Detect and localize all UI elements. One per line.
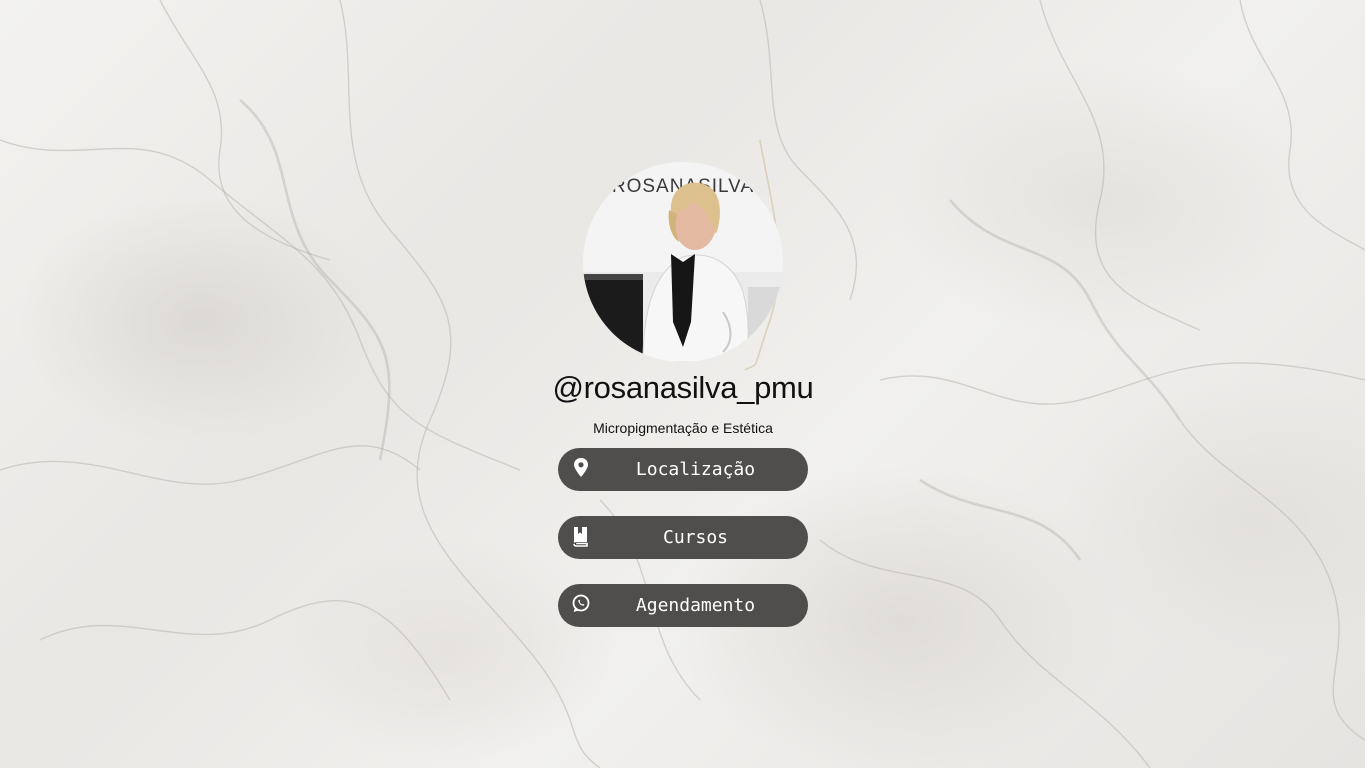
schedule-link-label: Agendamento <box>635 595 756 616</box>
schedule-link-button[interactable]: Agendamento <box>558 584 808 627</box>
profile-avatar: ROSANASILVA <box>583 162 783 362</box>
location-link-button[interactable]: Localização <box>558 448 808 491</box>
profile-handle: @rosanasilva_pmu <box>552 370 814 405</box>
courses-link-label: Cursos <box>662 527 729 548</box>
location-link-label: Localização <box>635 459 756 480</box>
avatar-photo: ROSANASILVA <box>583 162 783 362</box>
profile-subtitle: Micropigmentação e Estética <box>593 420 773 436</box>
courses-link-button[interactable]: Cursos <box>558 516 808 559</box>
